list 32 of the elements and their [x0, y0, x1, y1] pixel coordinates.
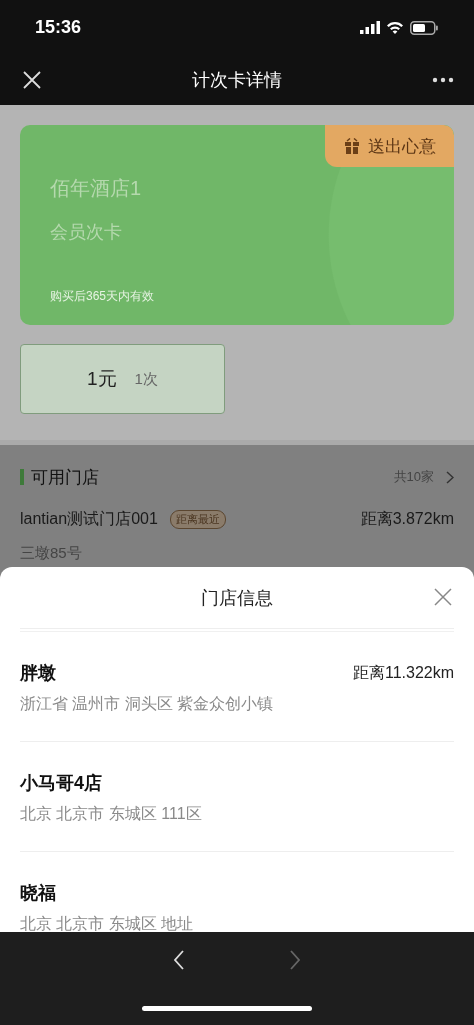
more-icon — [432, 77, 454, 83]
more-button[interactable] — [432, 77, 454, 83]
price-option[interactable]: 1元 1次 — [20, 344, 225, 414]
store-distance: 距离11.322km — [352, 662, 454, 683]
validity-text: 购买后365天内有效 — [50, 288, 156, 305]
store-name: lantian测试门店001 — [20, 509, 158, 529]
chevron-right-icon — [290, 950, 300, 970]
back-button[interactable] — [171, 948, 187, 972]
battery-icon — [410, 20, 438, 35]
store-address: 三墩85号 — [20, 544, 83, 563]
close-icon — [22, 70, 42, 90]
gift-button[interactable]: 送出心意 — [325, 125, 454, 167]
clock-time: 15:36 — [35, 17, 82, 38]
wifi-icon — [386, 21, 404, 34]
store-address: 北京 北京市 东城区 地址 — [20, 914, 195, 932]
close-icon — [434, 588, 452, 606]
store-name: 小马哥4店 — [20, 772, 102, 795]
signal-icon — [360, 21, 380, 34]
store-address: 北京 北京市 东城区 111区 — [20, 804, 203, 824]
store-name: 晓福 — [20, 882, 56, 905]
chevron-left-icon — [174, 950, 184, 970]
store-address: 浙江省 温州市 洞头区 紫金众创小镇 — [20, 694, 275, 714]
card-store-name: 佰年酒店1 — [50, 176, 143, 201]
store-distance: 距离3.872km — [360, 509, 454, 529]
nearest-tag: 距离最近 — [169, 510, 226, 529]
page-title: 计次卡详情 — [192, 69, 282, 92]
gift-icon — [343, 138, 360, 154]
store-name: 胖墩 — [20, 662, 56, 685]
chevron-right-icon — [446, 470, 454, 484]
sheet-title: 门店信息 — [201, 586, 273, 610]
card-type: 会员次卡 — [50, 221, 123, 244]
section-title: 可用门店 — [31, 466, 99, 489]
